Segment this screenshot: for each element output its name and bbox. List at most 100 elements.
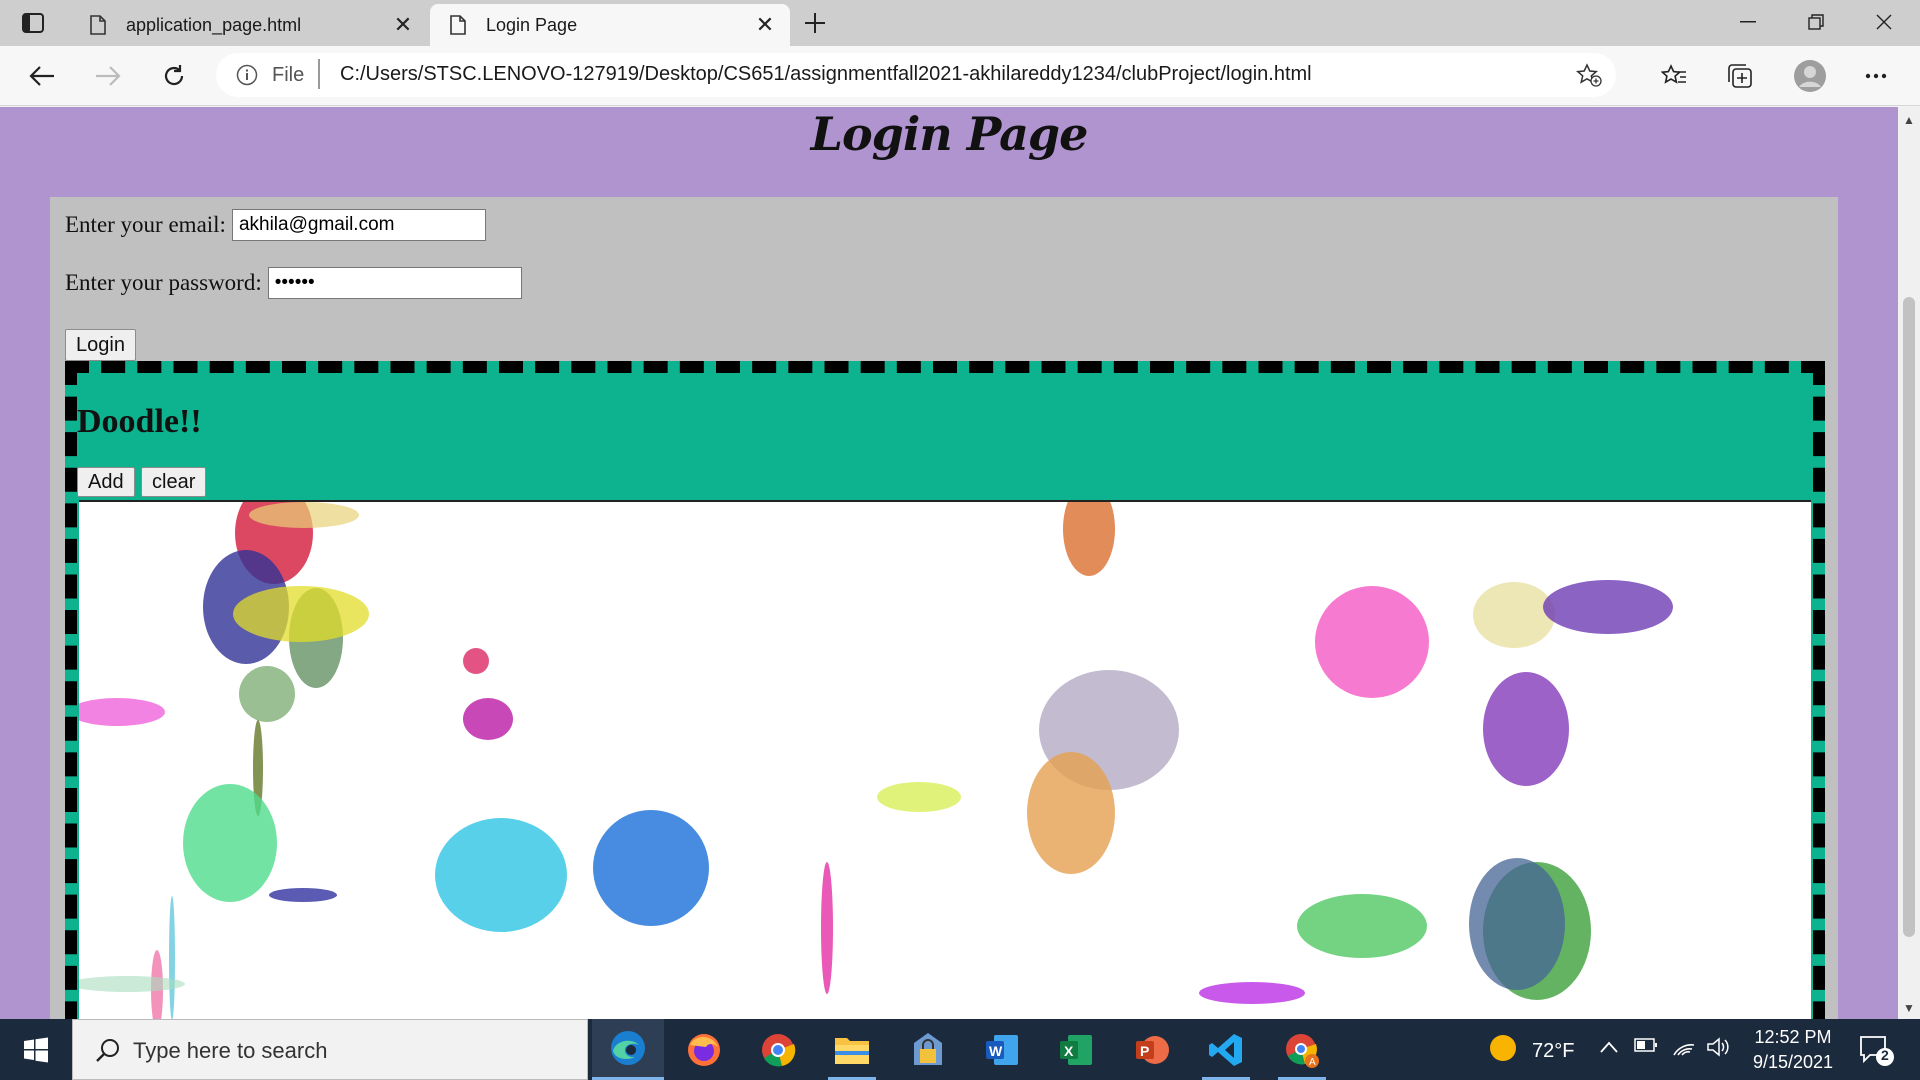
restore-icon[interactable] [1782,0,1850,44]
powerpoint-icon[interactable]: P [1116,1019,1188,1080]
doodle-ellipse [1063,502,1115,576]
doodle-ellipse [593,810,709,926]
doodle-ellipse [435,818,567,932]
clock-time: 12:52 PM [1754,1027,1832,1047]
tab-title: application_page.html [126,14,302,35]
notification-center-icon[interactable]: 2 [1858,1033,1894,1067]
svg-text:X: X [1064,1043,1074,1059]
search-icon [95,1037,121,1068]
refresh-icon[interactable] [158,60,190,92]
doodle-ellipse [1027,752,1115,874]
email-row: Enter your email: [65,209,486,241]
clear-button[interactable]: clear [141,467,207,497]
clock-date: 9/15/2021 [1752,1052,1834,1072]
vpn-lock-icon[interactable] [892,1019,964,1080]
new-tab-icon[interactable] [800,8,830,38]
password-field[interactable] [267,267,522,299]
vertical-scrollbar[interactable]: ▲ ▼ [1898,107,1920,1019]
email-field[interactable] [231,209,486,241]
page-title: Login Page [810,107,1089,161]
close-tab-icon[interactable]: ✕ [754,12,776,37]
url-text[interactable]: C:/Users/STSC.LENOVO-127919/Desktop/CS65… [340,63,1312,86]
word-icon[interactable]: W [966,1019,1038,1080]
excel-icon[interactable]: X [1040,1019,1112,1080]
close-window-icon[interactable] [1850,0,1918,44]
sun-icon [1488,1033,1518,1069]
browser-toolbar: File C:/Users/STSC.LENOVO-127919/Desktop… [0,46,1920,106]
file-explorer-icon[interactable] [816,1019,888,1080]
svg-text:P: P [1140,1043,1149,1059]
doodle-ellipse [183,784,277,902]
doodle-ellipse [269,888,337,902]
document-icon [90,14,108,36]
doodle-ellipse [79,698,165,726]
url-separator [318,59,320,89]
doodle-ellipse [1297,894,1427,958]
edge-icon[interactable] [592,1019,664,1080]
doodle-canvas[interactable] [79,500,1811,1019]
profile-avatar-icon[interactable] [1792,58,1828,94]
page-viewport: Login Page Enter your email: Enter your … [0,107,1898,1019]
address-bar[interactable]: File C:/Users/STSC.LENOVO-127919/Desktop… [216,53,1616,97]
tab-application-page[interactable]: application_page.html ✕ [70,4,428,46]
search-placeholder: Type here to search [133,1038,328,1063]
svg-text:W: W [989,1043,1003,1059]
doodle-ellipse [877,782,961,812]
doodle-ellipse [1315,586,1429,698]
forward-icon[interactable] [92,60,124,92]
login-form: Enter your email: Enter your password: L… [50,197,1838,1019]
tab-title: Login Page [486,14,578,35]
collections-icon[interactable] [1724,60,1756,92]
doodle-ellipse [249,502,359,528]
notification-badge: 2 [1881,1047,1889,1063]
windows-start-icon[interactable] [0,1019,72,1080]
doodle-ellipse [463,648,489,674]
minimize-icon[interactable] [1714,0,1782,44]
document-icon [450,14,468,36]
close-tab-icon[interactable]: ✕ [392,12,414,37]
scroll-down-icon[interactable]: ▼ [1903,1001,1915,1015]
taskbar-search[interactable]: Type here to search [72,1019,588,1080]
add-button[interactable]: Add [77,467,135,497]
add-favorite-icon[interactable] [1575,63,1602,92]
battery-icon[interactable] [1634,1037,1658,1058]
wifi-icon[interactable] [1672,1037,1696,1062]
doodle-ellipse [821,862,833,994]
tab-actions-icon[interactable] [20,11,46,35]
password-label: Enter your password: [65,270,262,295]
chrome-profile-icon[interactable]: A [1266,1019,1338,1080]
more-options-icon[interactable] [1860,60,1892,92]
login-button[interactable]: Login [65,329,136,361]
tab-strip: application_page.html ✕ Login Page ✕ [0,0,1920,46]
weather-widget[interactable]: 72°F [1488,1033,1574,1069]
doodle-ellipse [1199,982,1305,1004]
doodle-ellipse [1483,672,1569,786]
email-label: Enter your email: [65,212,226,237]
doodle-ellipse [1469,858,1565,990]
back-icon[interactable] [26,60,58,92]
favorites-icon[interactable] [1658,60,1690,92]
info-icon[interactable] [236,64,258,91]
password-row: Enter your password: [65,267,522,299]
system-clock[interactable]: 12:52 PM 9/15/2021 [1738,1025,1848,1075]
doodle-ellipse [463,698,513,740]
doodle-ellipse [1473,582,1555,648]
doodle-title: Doodle!! [77,403,202,440]
scroll-up-icon[interactable]: ▲ [1903,113,1915,127]
doodle-ellipse [239,666,295,722]
scrollbar-thumb[interactable] [1903,297,1915,937]
firefox-icon[interactable] [668,1019,740,1080]
doodle-section: Doodle!! Add clear [65,361,1825,1019]
vscode-icon[interactable] [1190,1019,1262,1080]
tab-login-page[interactable]: Login Page ✕ [430,4,790,46]
volume-icon[interactable] [1706,1037,1730,1062]
svg-text:A: A [1309,1057,1316,1068]
url-scheme: File [272,64,305,86]
doodle-ellipse [1543,580,1673,634]
chrome-icon[interactable] [742,1019,814,1080]
taskbar: Type here to search W X P A 72°F 12:52 P… [0,1019,1920,1080]
doodle-ellipse [233,586,369,642]
chevron-up-icon[interactable] [1600,1037,1618,1058]
doodle-ellipse [169,896,175,1019]
temperature: 72°F [1532,1039,1575,1062]
